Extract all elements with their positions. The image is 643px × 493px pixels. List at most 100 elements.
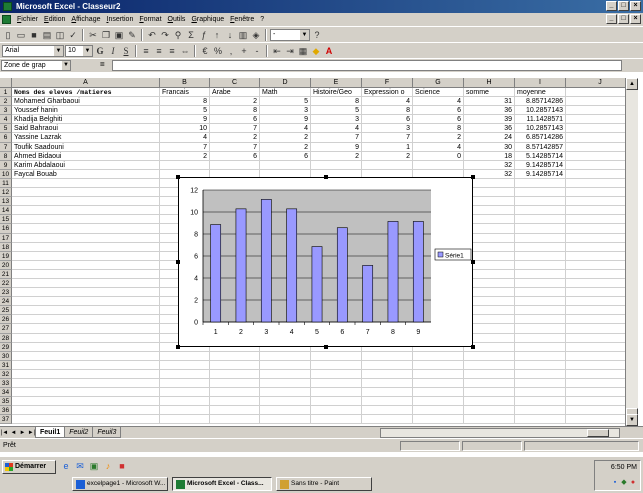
first-sheet-icon[interactable]: |◄ — [0, 428, 9, 438]
cell[interactable]: Francais — [160, 88, 210, 98]
cell[interactable] — [413, 369, 464, 379]
redo-icon[interactable]: ↷ — [159, 29, 171, 41]
cell[interactable] — [566, 88, 625, 98]
cell[interactable]: 4 — [311, 124, 362, 134]
row-header[interactable]: 18 — [0, 242, 12, 252]
cell[interactable] — [160, 415, 210, 425]
cell[interactable]: 4 — [413, 97, 464, 107]
sort-asc-icon[interactable]: ↑ — [211, 29, 223, 41]
cell[interactable] — [515, 351, 566, 361]
cell[interactable]: 9.14285714 — [515, 169, 566, 179]
cell[interactable] — [362, 379, 413, 389]
cell[interactable] — [210, 415, 260, 425]
cell[interactable]: 1 — [362, 142, 413, 152]
cell[interactable] — [464, 369, 515, 379]
cell[interactable]: 9 — [260, 115, 311, 125]
cell[interactable] — [210, 351, 260, 361]
cell[interactable]: 3 — [311, 115, 362, 125]
volume-icon[interactable]: ◆ — [620, 479, 628, 487]
cell[interactable] — [210, 388, 260, 398]
cell[interactable]: 6.85714286 — [515, 133, 566, 143]
row-header[interactable]: 14 — [0, 206, 12, 216]
cell[interactable] — [413, 415, 464, 425]
cell[interactable]: Youssef hanin — [12, 106, 160, 116]
tab-feuil1[interactable]: Feuil1 — [35, 427, 66, 438]
cell[interactable] — [566, 252, 625, 261]
cell[interactable] — [566, 234, 625, 243]
cell[interactable] — [160, 369, 210, 379]
column-header-b[interactable]: B — [160, 78, 210, 88]
cell[interactable] — [566, 224, 625, 234]
cell[interactable] — [12, 197, 160, 207]
row-header[interactable]: 11 — [0, 178, 12, 189]
align-left-icon[interactable]: ≡ — [140, 45, 152, 57]
chevron-down-icon[interactable]: ▼ — [83, 45, 92, 56]
cell[interactable]: 4 — [260, 124, 311, 134]
chevron-down-icon[interactable]: ▼ — [54, 45, 63, 56]
cell[interactable] — [566, 315, 625, 325]
horizontal-scrollbar[interactable] — [380, 428, 620, 438]
cell[interactable] — [566, 243, 625, 252]
cell[interactable] — [566, 306, 625, 316]
cell[interactable] — [362, 388, 413, 398]
increase-indent-icon[interactable]: ⇥ — [284, 45, 296, 57]
row-header[interactable]: 28 — [0, 333, 12, 343]
cell[interactable] — [464, 397, 515, 407]
cell[interactable] — [515, 215, 566, 225]
cell[interactable] — [12, 233, 160, 243]
zoom-combo[interactable]: - ▼ — [270, 28, 310, 41]
ie-icon[interactable]: e — [60, 460, 72, 472]
cell[interactable] — [160, 360, 210, 370]
cell[interactable]: 8 — [413, 124, 464, 134]
row-header[interactable]: 12 — [0, 188, 12, 198]
cell[interactable]: 10 — [160, 124, 210, 134]
bold-button[interactable]: G — [94, 45, 106, 57]
cell[interactable]: 8.85714286 — [515, 97, 566, 107]
cell[interactable]: 10.2857143 — [515, 106, 566, 116]
function-icon[interactable]: ƒ — [198, 29, 210, 41]
cell[interactable]: 5.14285714 — [515, 151, 566, 161]
row-header[interactable]: 6 — [0, 133, 12, 143]
cell[interactable] — [515, 406, 566, 416]
cell[interactable] — [260, 388, 311, 398]
cell[interactable]: 36 — [464, 124, 515, 134]
cell[interactable]: Ahmed Bidaoui — [12, 151, 160, 161]
cell[interactable] — [566, 343, 625, 352]
cell[interactable]: 5 — [260, 97, 311, 107]
column-header-i[interactable]: I — [515, 78, 566, 88]
cell[interactable] — [160, 406, 210, 416]
cell[interactable]: Science — [413, 88, 464, 98]
merge-center-icon[interactable]: ⇔ — [179, 45, 191, 57]
chart-wizard-icon[interactable]: ▥ — [237, 29, 249, 41]
cell[interactable] — [566, 197, 625, 207]
cell[interactable] — [515, 297, 566, 307]
embedded-chart[interactable]: 0 2 4 6 8 10 12 1 2 3 4 5 6 7 8 9 Série1 — [176, 175, 475, 349]
cell[interactable] — [515, 224, 566, 234]
cell[interactable] — [362, 397, 413, 407]
cell[interactable] — [12, 415, 160, 425]
cell[interactable]: 10.2857143 — [515, 124, 566, 134]
cell[interactable] — [210, 379, 260, 389]
cell[interactable] — [362, 360, 413, 370]
borders-icon[interactable]: ▦ — [297, 45, 309, 57]
cell[interactable] — [160, 379, 210, 389]
cell[interactable]: 6 — [260, 151, 311, 161]
cell[interactable]: 32 — [464, 160, 515, 170]
row-header[interactable]: 34 — [0, 388, 12, 398]
paint-icon[interactable]: ■ — [116, 460, 128, 472]
minimize-button[interactable]: _ — [606, 1, 617, 11]
decrease-decimal-icon[interactable]: - — [251, 45, 263, 57]
format-painter-icon[interactable]: ✎ — [126, 29, 138, 41]
cell[interactable]: 5 — [311, 106, 362, 116]
cell[interactable] — [362, 351, 413, 361]
cell[interactable]: 6 — [210, 151, 260, 161]
cell[interactable] — [515, 288, 566, 298]
cell[interactable] — [515, 388, 566, 398]
menu-insertion[interactable]: Insertion — [103, 13, 136, 26]
cell[interactable] — [413, 160, 464, 170]
cell[interactable]: 0 — [413, 151, 464, 161]
cell[interactable]: 7 — [210, 124, 260, 134]
row-header[interactable]: 37 — [0, 415, 12, 425]
cell[interactable]: Mohamed Gharbaoui — [12, 97, 160, 107]
font-size-combo[interactable]: 10 ▼ — [65, 44, 93, 57]
